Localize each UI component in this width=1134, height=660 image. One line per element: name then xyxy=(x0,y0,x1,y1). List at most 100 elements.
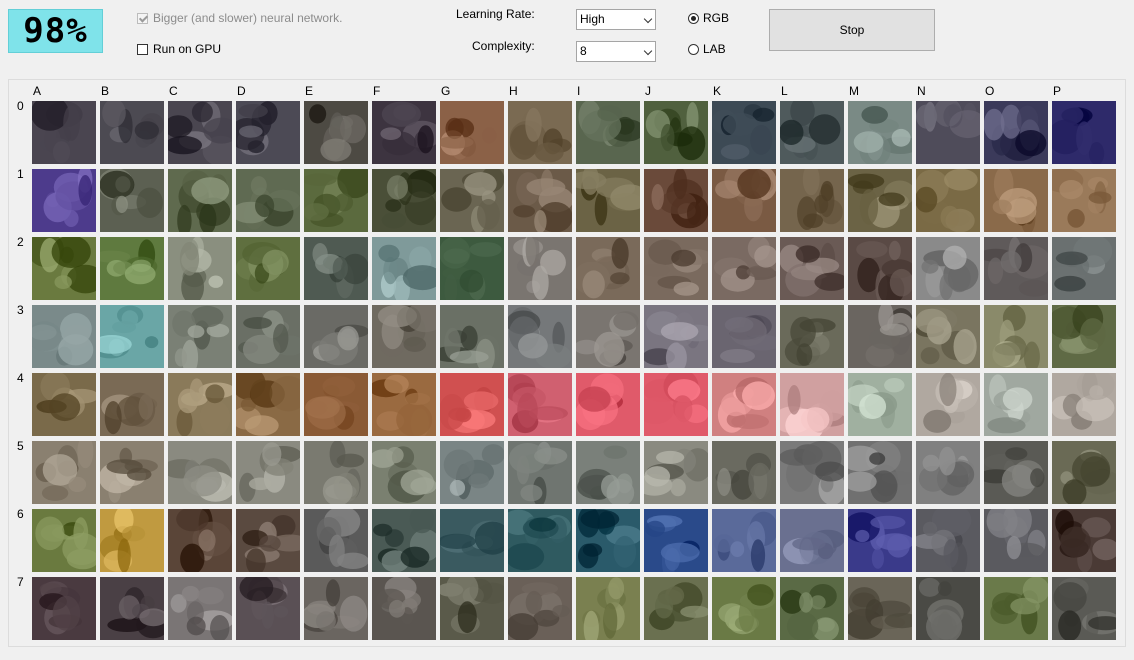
grid-tile-b5 xyxy=(100,441,164,504)
grid-tile-h6 xyxy=(508,509,572,572)
stop-button[interactable]: Stop xyxy=(769,9,935,51)
row-label-1: 1 xyxy=(17,167,24,181)
run-on-gpu-checkbox[interactable]: Run on GPU xyxy=(137,42,221,56)
grid-tile-p4 xyxy=(1052,373,1116,436)
grid-tile-h7 xyxy=(508,577,572,640)
checkbox-icon[interactable] xyxy=(137,43,148,55)
grid-tile-k4 xyxy=(712,373,776,436)
grid-tile-h3 xyxy=(508,305,572,368)
grid-tile-a5 xyxy=(32,441,96,504)
grid-tile-j6 xyxy=(644,509,708,572)
grid-tile-h2 xyxy=(508,237,572,300)
grid-tile-h1 xyxy=(508,169,572,232)
grid-tile-e7 xyxy=(304,577,368,640)
column-label-i: I xyxy=(577,84,581,98)
complexity-select[interactable]: 8 xyxy=(576,41,656,62)
grid-tile-c1 xyxy=(168,169,232,232)
grid-tile-a7 xyxy=(32,577,96,640)
grid-tile-b1 xyxy=(100,169,164,232)
grid-tile-a2 xyxy=(32,237,96,300)
grid-tile-e4 xyxy=(304,373,368,436)
grid-tile-n6 xyxy=(916,509,980,572)
grid-tile-a3 xyxy=(32,305,96,368)
grid-tile-i5 xyxy=(576,441,640,504)
grid-tile-d0 xyxy=(236,101,300,164)
grid-tile-n4 xyxy=(916,373,980,436)
grid-tile-c6 xyxy=(168,509,232,572)
grid-tile-i1 xyxy=(576,169,640,232)
column-label-p: P xyxy=(1053,84,1062,98)
grid-tile-k2 xyxy=(712,237,776,300)
column-label-j: J xyxy=(645,84,651,98)
grid-tile-b7 xyxy=(100,577,164,640)
column-label-g: G xyxy=(441,84,451,98)
grid-tile-k6 xyxy=(712,509,776,572)
grid-tile-i3 xyxy=(576,305,640,368)
grid-tile-c0 xyxy=(168,101,232,164)
grid-tile-a0 xyxy=(32,101,96,164)
grid-tile-b0 xyxy=(100,101,164,164)
grid-tile-m5 xyxy=(848,441,912,504)
column-label-d: D xyxy=(237,84,246,98)
grid-tile-d3 xyxy=(236,305,300,368)
grid-tile-m2 xyxy=(848,237,912,300)
grid-tile-c7 xyxy=(168,577,232,640)
column-label-l: L xyxy=(781,84,788,98)
grid-tile-j1 xyxy=(644,169,708,232)
grid-tile-m7 xyxy=(848,577,912,640)
grid-tile-l6 xyxy=(780,509,844,572)
grid-tile-l5 xyxy=(780,441,844,504)
grid-tile-m1 xyxy=(848,169,912,232)
grid-tile-p2 xyxy=(1052,237,1116,300)
grid-tile-l4 xyxy=(780,373,844,436)
grid-tile-f1 xyxy=(372,169,436,232)
radio-unselected-icon[interactable] xyxy=(688,43,699,55)
grid-tile-f6 xyxy=(372,509,436,572)
radio-rgb[interactable]: RGB xyxy=(688,11,729,25)
chevron-down-icon xyxy=(643,14,653,24)
grid-tile-d1 xyxy=(236,169,300,232)
row-label-4: 4 xyxy=(17,371,24,385)
grid-tile-o1 xyxy=(984,169,1048,232)
complexity-label: Complexity: xyxy=(472,39,535,53)
grid-tile-m6 xyxy=(848,509,912,572)
row-label-0: 0 xyxy=(17,99,24,113)
grid-tile-o6 xyxy=(984,509,1048,572)
checkbox-icon xyxy=(137,12,148,24)
radio-rgb-label: RGB xyxy=(703,11,730,25)
grid-tile-e1 xyxy=(304,169,368,232)
grid-tile-i4 xyxy=(576,373,640,436)
radio-selected-icon[interactable] xyxy=(688,12,699,24)
column-label-e: E xyxy=(305,84,314,98)
grid-tile-c2 xyxy=(168,237,232,300)
learning-rate-select[interactable]: High xyxy=(576,9,656,30)
row-label-3: 3 xyxy=(17,303,24,317)
grid-tile-f2 xyxy=(372,237,436,300)
accuracy-display: 98% xyxy=(8,9,103,53)
chevron-down-icon xyxy=(643,46,653,56)
grid-tile-b6 xyxy=(100,509,164,572)
grid-tile-b2 xyxy=(100,237,164,300)
grid-tile-f0 xyxy=(372,101,436,164)
grid-tile-n5 xyxy=(916,441,980,504)
row-label-6: 6 xyxy=(17,507,24,521)
grid-tile-i7 xyxy=(576,577,640,640)
row-label-5: 5 xyxy=(17,439,24,453)
grid-tile-j0 xyxy=(644,101,708,164)
grid-tile-j3 xyxy=(644,305,708,368)
grid-tile-j4 xyxy=(644,373,708,436)
grid-tile-n7 xyxy=(916,577,980,640)
radio-lab[interactable]: LAB xyxy=(688,42,726,56)
grid-tile-o5 xyxy=(984,441,1048,504)
row-label-2: 2 xyxy=(17,235,24,249)
column-label-o: O xyxy=(985,84,995,98)
grid-tile-f4 xyxy=(372,373,436,436)
grid-tile-g4 xyxy=(440,373,504,436)
column-label-a: A xyxy=(33,84,42,98)
grid-tile-e5 xyxy=(304,441,368,504)
grid-tile-p3 xyxy=(1052,305,1116,368)
grid-tile-k1 xyxy=(712,169,776,232)
grid-tile-a6 xyxy=(32,509,96,572)
grid-tile-h0 xyxy=(508,101,572,164)
grid-tile-b4 xyxy=(100,373,164,436)
